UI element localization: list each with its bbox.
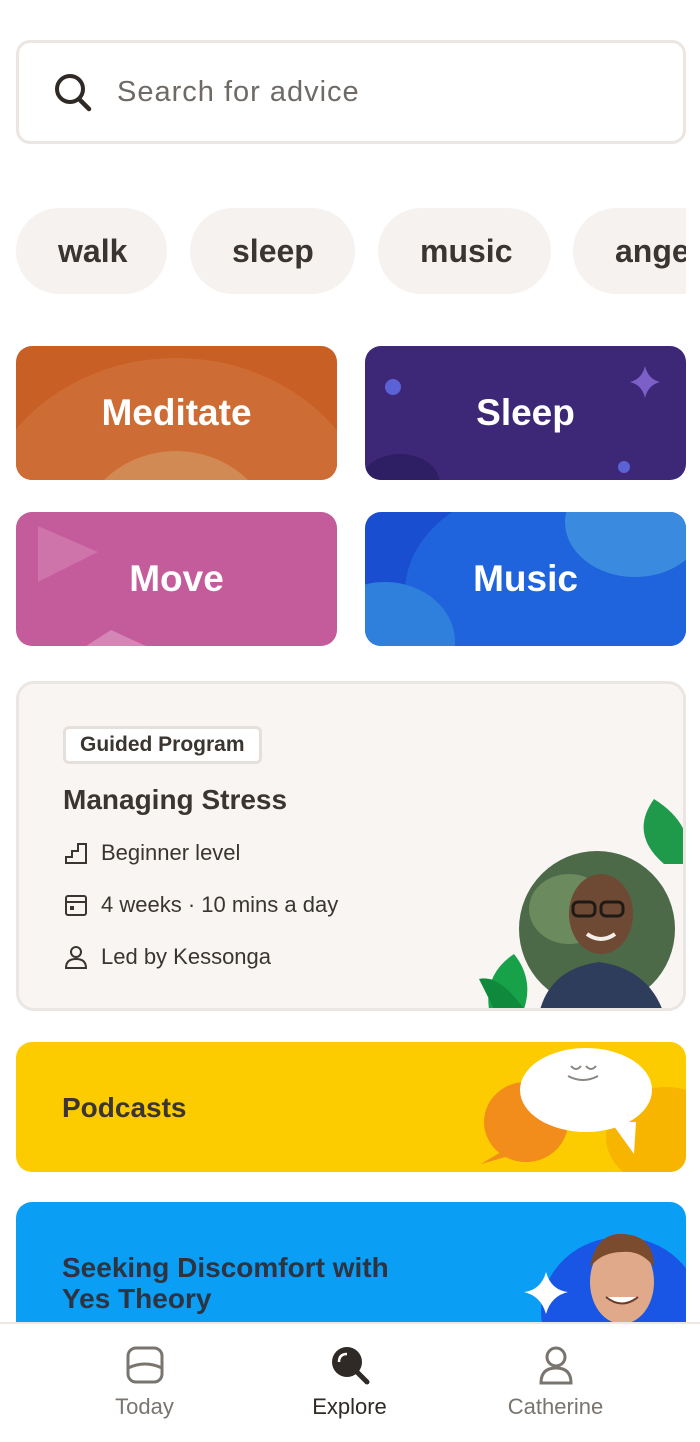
guided-program-card[interactable]: Guided Program Managing Stress Beginner …	[16, 681, 686, 1011]
program-duration-text: 4 weeks · 10 mins a day	[101, 892, 339, 917]
bottom-tab-bar: Today Explore Catherine	[0, 1322, 700, 1442]
music-label: Music	[473, 558, 578, 599]
meditate-label: Meditate	[101, 392, 252, 433]
search-icon	[55, 74, 92, 112]
explore-icon	[332, 1347, 370, 1385]
chip-music[interactable]: music	[378, 208, 551, 294]
chip-walk[interactable]: walk	[16, 208, 167, 294]
tab-profile-label: Catherine	[507, 1394, 604, 1419]
tab-explore[interactable]: Explore	[233, 1324, 466, 1442]
sleep-label: Sleep	[476, 392, 575, 433]
meditate-tile[interactable]: Meditate	[16, 346, 337, 480]
featured-title: Seeking Discomfort with Yes Theory	[62, 1252, 389, 1314]
program-duration: 4 weeks · 10 mins a day	[63, 892, 338, 918]
program-leader: Led by Kessonga	[63, 944, 271, 970]
sleep-tile[interactable]: Sleep	[365, 346, 686, 480]
music-tile[interactable]: Music	[365, 512, 686, 646]
program-title: Managing Stress	[63, 784, 288, 815]
stairs-icon	[65, 843, 87, 864]
move-tile[interactable]: Move	[16, 512, 337, 646]
program-level: Beginner level	[63, 840, 240, 866]
tab-today[interactable]: Today	[28, 1324, 261, 1442]
tab-explore-label: Explore	[312, 1394, 387, 1419]
chip-sleep[interactable]: sleep	[190, 208, 355, 294]
calendar-icon	[65, 895, 87, 916]
profile-icon	[539, 1346, 573, 1385]
today-icon	[126, 1346, 164, 1384]
person-icon	[64, 946, 88, 969]
podcasts-label: Podcasts	[62, 1092, 187, 1123]
speech-bubbles-illustration	[481, 1048, 686, 1172]
search-input[interactable]: Search for advice	[117, 76, 360, 109]
move-label: Move	[129, 558, 224, 599]
search-bar[interactable]: Search for advice	[16, 40, 686, 144]
suggestion-chips: walk sleep music ange	[0, 208, 686, 294]
tab-today-label: Today	[115, 1394, 174, 1419]
program-leader-text: Led by Kessonga	[101, 944, 272, 969]
tab-profile[interactable]: Catherine	[439, 1324, 672, 1442]
chip-anger[interactable]: ange	[573, 208, 686, 294]
program-type-badge: Guided Program	[63, 726, 262, 764]
podcasts-card[interactable]: Podcasts	[16, 1042, 686, 1172]
program-level-text: Beginner level	[101, 840, 241, 865]
instructor-portrait	[479, 799, 683, 1008]
